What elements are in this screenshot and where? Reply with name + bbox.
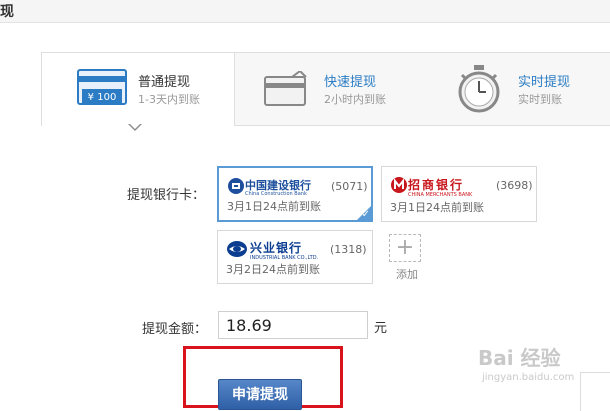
cmb-bank-en: CHINA MERCHANTS BANK [408, 192, 473, 198]
tab-realtime-desc: 实时到账 [518, 93, 562, 106]
tab-normal-withdraw[interactable]: ¥ 100 普通提现 1-3天内到账 [41, 53, 235, 126]
add-bank-card-button[interactable]: + 添加 [382, 230, 432, 284]
tab-fast-desc: 2小时内到账 [324, 93, 386, 106]
tab-normal-title: 普通提现 [138, 75, 191, 90]
card-icon [264, 71, 307, 106]
plus-icon: + [395, 235, 415, 260]
top-bar: 现 [0, 0, 610, 23]
check-icon: ✓ [361, 209, 370, 220]
active-tab-pointer [128, 123, 142, 131]
tab-normal-desc: 1-3天内到账 [138, 93, 200, 106]
withdraw-type-tabs: ¥ 100 普通提现 1-3天内到账 快速提现 2小时内到账 实时提现 实时到账 [41, 52, 610, 126]
page-title: 现 [0, 4, 14, 20]
ccb-arrive-time: 3月1日24点前到账 [227, 200, 321, 213]
amount-label: 提现金额： [142, 322, 208, 337]
tab-realtime-withdraw[interactable]: 实时提现 实时到账 [422, 53, 610, 125]
watermark-text: Bai 经验 [478, 346, 561, 370]
amount-unit: 元 [374, 321, 388, 336]
side-panel-edge [580, 372, 610, 411]
apply-withdraw-button[interactable]: 申请提现 [218, 379, 302, 410]
cmb-last4: (3698) [496, 179, 533, 192]
bank-card-label: 提现银行卡： [127, 188, 206, 203]
money-badge: ¥ 100 [88, 92, 117, 103]
cib-last4: (1318) [330, 243, 367, 256]
ccb-bank-en: China Construction Bank [245, 191, 307, 197]
add-box: + [389, 234, 421, 262]
cib-arrive-time: 3月2日24点前到账 [226, 263, 320, 276]
card-money-icon: ¥ 100 [77, 69, 127, 105]
add-card-label: 添加 [396, 268, 418, 281]
tab-fast-title: 快速提现 [324, 75, 377, 90]
cmb-arrive-time: 3月1日24点前到账 [390, 201, 484, 214]
amount-input[interactable] [218, 311, 368, 339]
watermark-url: jingyan.baidu.com [482, 372, 575, 383]
cmb-bank-name: 招商银行 [408, 178, 465, 192]
tab-realtime-title: 实时提现 [518, 75, 571, 90]
bank-card-ccb[interactable]: 中国建设银行 China Construction Bank (5071) 3月… [217, 166, 373, 222]
bank-card-cmb[interactable]: 招商银行 CHINA MERCHANTS BANK (3698) 3月1日24点… [381, 166, 537, 222]
cib-bank-name: 兴业银行 [250, 241, 303, 255]
bank-card-cib[interactable]: 兴业银行 INDUSTRIAL BANK CO.,LTD. (1318) 3月2… [217, 230, 373, 284]
stopwatch-icon [458, 65, 500, 113]
tab-fast-withdraw[interactable]: 快速提现 2小时内到账 [234, 53, 422, 125]
ccb-last4: (5071) [331, 180, 368, 193]
